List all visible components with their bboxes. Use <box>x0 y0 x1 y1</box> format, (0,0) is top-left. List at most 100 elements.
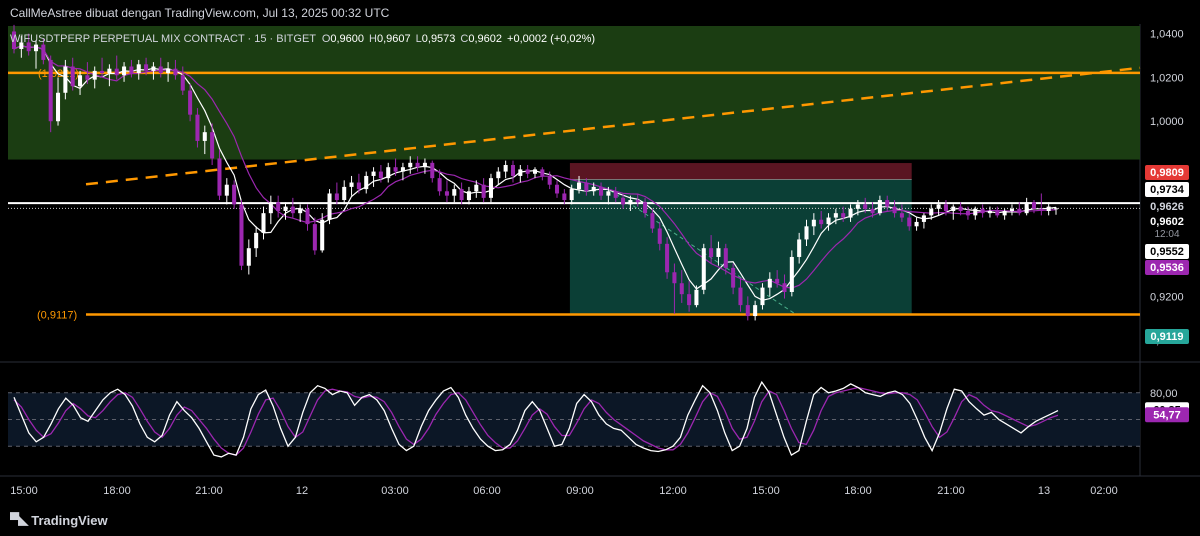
candle-body <box>540 169 545 176</box>
candle-body <box>709 248 714 257</box>
price-marker-label: 0,9602 <box>1150 216 1184 228</box>
candle-body <box>716 248 721 257</box>
stop-zone <box>569 163 912 180</box>
candle-body <box>672 272 677 284</box>
candle-body <box>767 278 772 288</box>
candle-body <box>92 70 97 80</box>
candle-body <box>356 182 361 190</box>
candle-body <box>951 206 956 211</box>
candle-body <box>929 208 934 216</box>
candle-body <box>144 64 149 71</box>
candle-body <box>694 289 699 306</box>
candle-body <box>826 217 831 225</box>
candle-body <box>958 206 963 211</box>
candle-body <box>687 294 692 306</box>
candle-body <box>224 184 229 196</box>
candle-body <box>276 202 281 211</box>
candle-body <box>753 305 758 317</box>
time-tick-label: 09:00 <box>566 485 594 497</box>
candle-body <box>290 206 295 214</box>
legend-symbol: WIFUSDTPERP PERPETUAL MIX CONTRACT · 15 … <box>10 33 316 45</box>
candle-body <box>474 184 479 192</box>
candle-body <box>188 90 193 115</box>
candle-body <box>503 165 508 172</box>
candle-body <box>298 208 303 214</box>
candle-body <box>151 66 156 71</box>
candle-body <box>591 186 596 192</box>
candle-body <box>386 167 391 179</box>
candle-body <box>393 167 398 172</box>
time-tick-label: 12:00 <box>659 485 687 497</box>
candle-body <box>914 221 919 227</box>
candle-body <box>180 75 185 91</box>
price-tick-label: 0,9200 <box>1150 291 1184 303</box>
candle-body <box>657 228 662 244</box>
time-tick-label: 13 <box>1038 485 1050 497</box>
candle-body <box>892 206 897 214</box>
candle-body <box>466 191 471 201</box>
candle-body <box>921 215 926 222</box>
candle-body <box>936 204 941 209</box>
candle-body <box>738 287 743 306</box>
price-marker-countdown: 12:04 <box>1154 229 1179 240</box>
candle-body <box>33 44 39 52</box>
time-tick-label: 21:00 <box>195 485 223 497</box>
candle-body <box>797 239 802 257</box>
candle-body <box>643 202 648 214</box>
candle-body <box>254 232 259 249</box>
candle <box>48 55 53 133</box>
brand-name: TradingView <box>31 512 108 528</box>
candle-body <box>195 114 200 141</box>
price-marker-label: 0,9119 <box>1150 331 1183 343</box>
time-tick-label: 15:00 <box>752 485 780 497</box>
candle-body <box>811 219 816 227</box>
candle-body <box>320 219 325 251</box>
osc-marker-label: 54,77 <box>1153 409 1181 421</box>
candle-body <box>855 204 860 209</box>
candle-body <box>430 162 435 179</box>
legend-h-value: 0,9607 <box>377 33 411 45</box>
candle-body <box>342 186 347 201</box>
candle-body <box>870 208 875 214</box>
candle-body <box>599 186 604 196</box>
legend-o-value: 0,9600 <box>330 33 364 45</box>
candle-body <box>400 167 405 172</box>
candle-body <box>305 208 310 225</box>
price-marker: 0,9626 <box>1145 199 1189 214</box>
candle <box>239 200 244 271</box>
time-tick-label: 03:00 <box>381 485 409 497</box>
candle-body <box>775 278 780 284</box>
price-marker: 0,9734 <box>1145 182 1189 197</box>
candle-body <box>107 68 112 74</box>
candle-body <box>415 162 420 168</box>
candle-body <box>349 182 354 187</box>
candle-body <box>488 178 493 198</box>
candle-body <box>378 171 383 179</box>
price-marker: 0,9552 <box>1145 244 1189 259</box>
candle-body <box>987 210 992 214</box>
price-marker-label: 0,9626 <box>1150 201 1184 213</box>
candle-body <box>56 92 61 122</box>
time-tick-label: 21:00 <box>937 485 965 497</box>
candle-body <box>965 210 970 216</box>
candle-body <box>995 210 1000 216</box>
candle-body <box>613 191 618 198</box>
chart-header: CallMeAstree dibuat dengan TradingView.c… <box>10 6 390 20</box>
candle-body <box>114 68 119 76</box>
candle-body <box>819 219 824 225</box>
candle-body <box>943 204 948 211</box>
price-marker-label: 0,9536 <box>1150 262 1184 274</box>
candle-body <box>584 182 589 192</box>
candle-body <box>577 182 582 190</box>
chart-canvas[interactable]: (1,0221)(0,9117) WIFUSDTPERP PERPETUAL M… <box>0 0 1200 536</box>
candle-body <box>973 208 978 216</box>
candle-body <box>760 287 765 306</box>
candle <box>701 243 706 295</box>
candle-body <box>327 193 332 220</box>
candle-body <box>85 75 90 80</box>
legend-h-label: H <box>369 33 377 45</box>
candle-body <box>782 283 787 292</box>
candle-body <box>408 162 413 168</box>
candle-body <box>312 224 317 251</box>
price-tick-label: 1,0200 <box>1150 72 1184 84</box>
